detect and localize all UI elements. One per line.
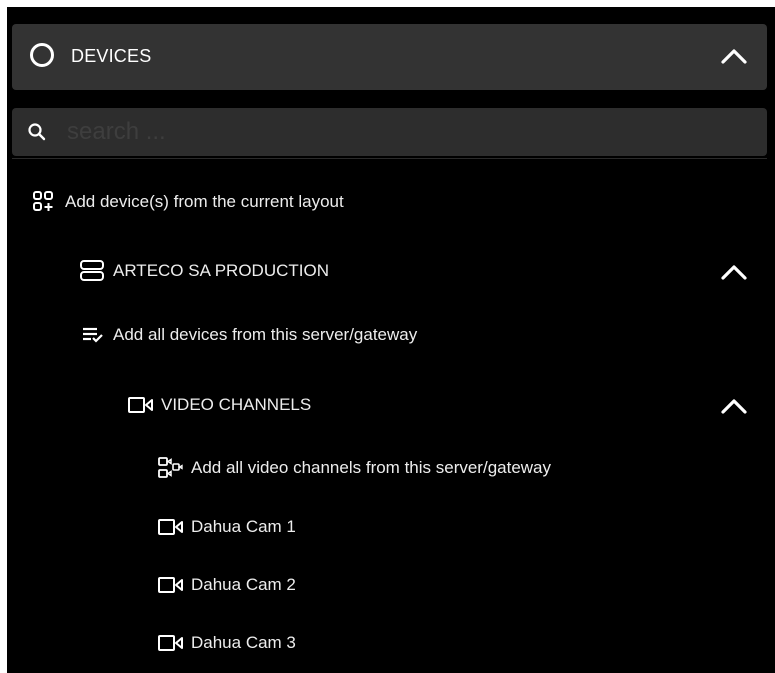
add-all-devices-label: Add all devices from this server/gateway [113,325,418,344]
camera-label: Dahua Cam 2 [191,575,296,594]
add-devices-grid-icon [33,191,53,211]
video-camera-icon [128,397,153,413]
header-title: DEVICES [71,46,152,66]
server-chevron-up-icon[interactable] [719,262,749,282]
search-icon [28,123,46,141]
camera-item-dahua-cam-3[interactable]: Dahua Cam 3 [157,627,296,659]
devices-panel: DEVICES Add device(s) from the current l… [7,7,775,673]
video-camera-icon [158,519,183,535]
playlist-add-check-icon [83,327,103,343]
devices-header[interactable]: DEVICES [12,24,767,90]
video-channels-item[interactable]: VIDEO CHANNELS [127,389,311,421]
video-channels-label: VIDEO CHANNELS [161,395,312,414]
search-input[interactable] [67,114,747,150]
camera-item-dahua-cam-2[interactable]: Dahua Cam 2 [157,569,296,601]
server-icon [80,260,104,281]
add-all-devices[interactable]: Add all devices from this server/gateway [79,319,417,351]
video-channels-chevron-up-icon[interactable] [719,396,749,416]
add-all-video-channels[interactable]: Add all video channels from this server/… [157,452,551,484]
circle-icon [30,43,54,67]
server-label: ARTECO SA PRODUCTION [113,261,329,280]
video-camera-icon [158,635,183,651]
search-divider [12,158,767,159]
camera-item-dahua-cam-1[interactable]: Dahua Cam 1 [157,511,296,543]
camera-label: Dahua Cam 1 [191,517,296,536]
server-item[interactable]: ARTECO SA PRODUCTION [79,255,329,287]
add-video-channels-icon [158,457,183,478]
add-devices-from-layout[interactable]: Add device(s) from the current layout [31,186,344,218]
add-devices-from-layout-label: Add device(s) from the current layout [65,192,344,211]
search-bar [12,108,767,156]
camera-label: Dahua Cam 3 [191,633,296,652]
video-camera-icon [158,577,183,593]
add-all-video-channels-label: Add all video channels from this server/… [191,458,552,477]
chevron-up-icon[interactable] [719,46,749,66]
